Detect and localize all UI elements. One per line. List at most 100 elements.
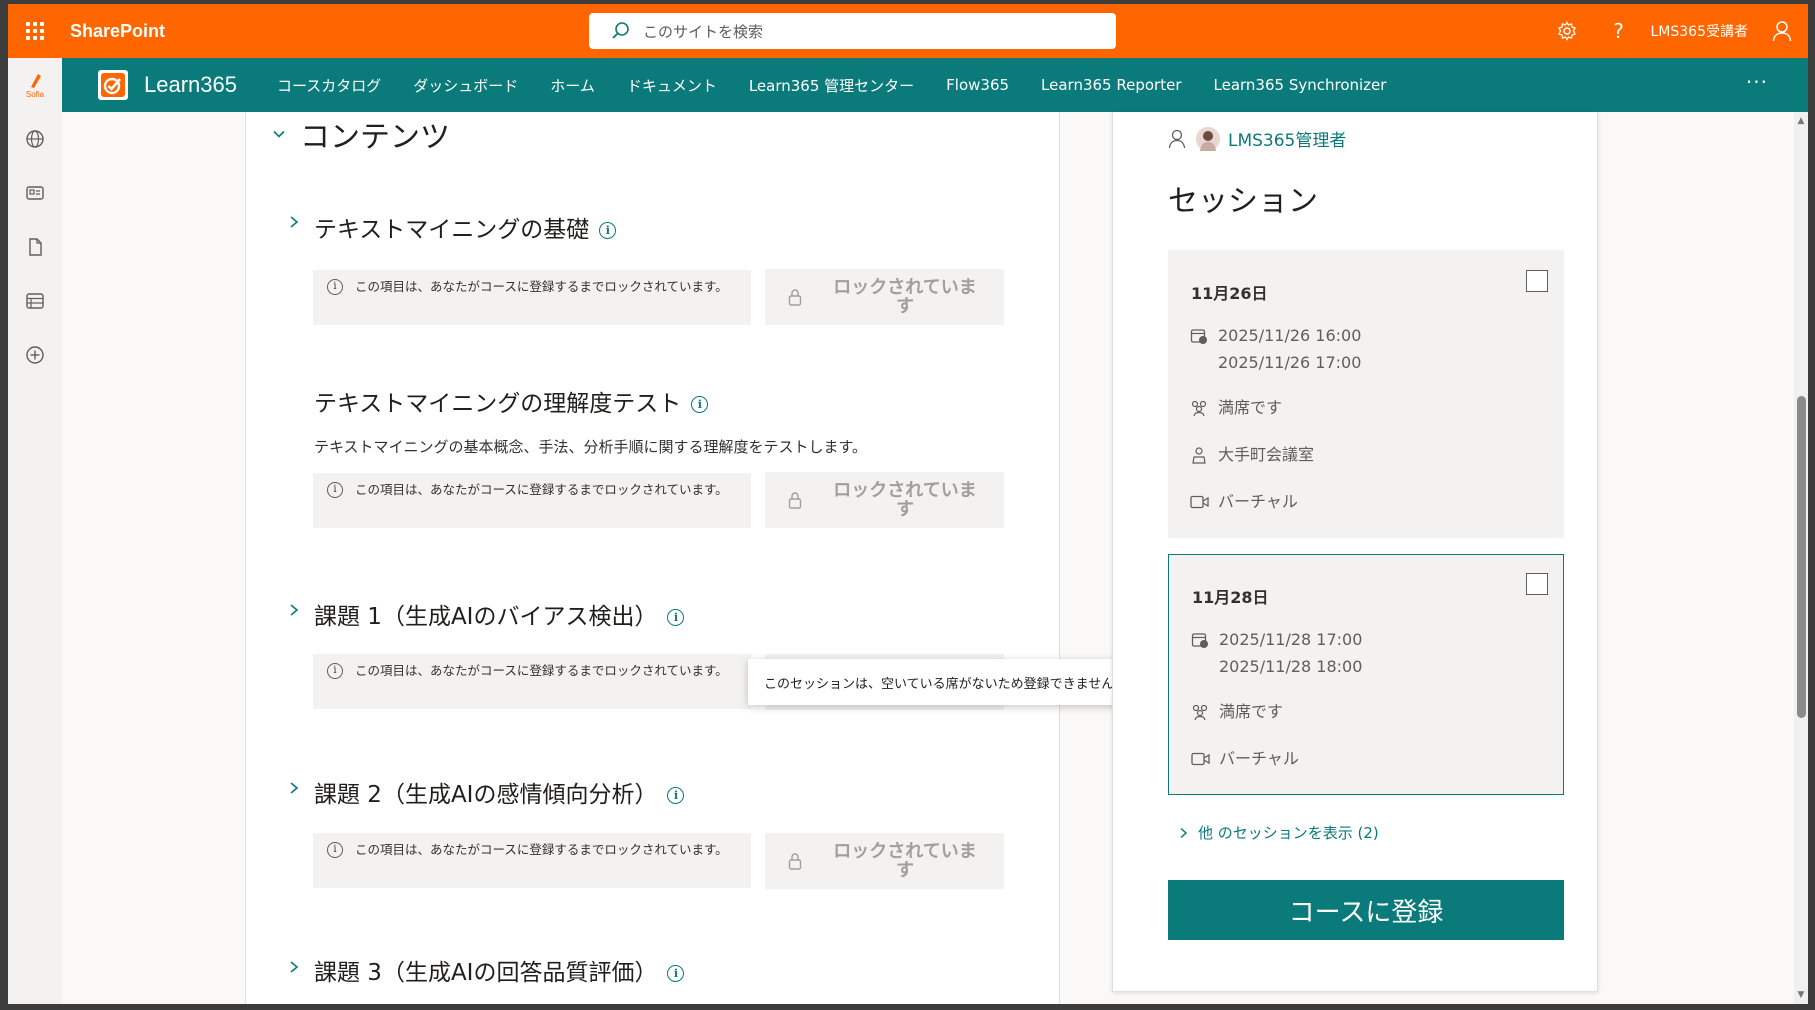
chevron-right-icon[interactable] (287, 214, 301, 234)
info-icon[interactable]: i (667, 787, 685, 804)
video-icon (1191, 745, 1215, 772)
list-icon (26, 293, 44, 309)
chevron-down-icon[interactable] (271, 126, 287, 147)
nav-link-course-catalog[interactable]: コースカタログ (277, 75, 381, 96)
person-icon (1168, 129, 1186, 148)
scroll-down-icon[interactable]: ▼ (1796, 990, 1806, 1000)
session-date: 11月28日 (1192, 588, 1269, 607)
locked-button[interactable]: ロックされています (765, 472, 1004, 528)
section-title-text: 課題 2（生成AIの感情傾向分析） (314, 782, 658, 808)
avatar[interactable] (1196, 126, 1220, 151)
session-checkbox[interactable] (1526, 573, 1548, 595)
gear-icon (1557, 21, 1576, 41)
app-launcher-button[interactable] (8, 4, 62, 58)
news-button[interactable] (8, 166, 62, 220)
lists-button[interactable] (8, 274, 62, 328)
section-title[interactable]: 課題 2（生成AIの感情傾向分析） i (314, 775, 685, 809)
session-status: 満席です (1191, 698, 1283, 725)
more-options-icon[interactable]: ··· (1746, 70, 1768, 94)
enroll-button[interactable]: コースに登録 (1168, 880, 1564, 940)
section-description: テキストマイニングの基本概念、手法、分析手順に関する理解度をテストします。 (314, 438, 868, 456)
contents-heading: コンテンツ (300, 120, 450, 155)
nav-link-documents[interactable]: ドキュメント (627, 75, 717, 96)
suite-bar: SharePoint このサイトを検索 ? LMS365受講者 (8, 4, 1808, 58)
section-title-text: 課題 1（生成AIのバイアス検出） (314, 604, 658, 630)
session-checkbox[interactable] (1526, 270, 1548, 292)
session-time: 2025/11/28 17:00 2025/11/28 18:00 (1191, 626, 1362, 680)
section-title-text: テキストマイニングの理解度テスト (314, 391, 682, 417)
site-search-input[interactable]: このサイトを検索 (589, 13, 1116, 49)
session-status: 満席です (1190, 394, 1282, 421)
nav-link-synchronizer[interactable]: Learn365 Synchronizer (1214, 76, 1387, 94)
nav-link-flow365[interactable]: Flow365 (946, 76, 1009, 94)
chevron-right-icon[interactable] (287, 780, 301, 800)
instructor-name[interactable]: LMS365管理者 (1228, 126, 1346, 151)
info-icon[interactable]: i (691, 396, 709, 413)
files-button[interactable] (8, 220, 62, 274)
sites-button[interactable] (8, 112, 62, 166)
session-end: 2025/11/28 18:00 (1219, 657, 1363, 676)
chevron-right-icon[interactable] (287, 602, 301, 622)
lock-message: i この項目は、あなたがコースに登録するまでロックされています。 (313, 473, 751, 528)
nav-link-dashboard[interactable]: ダッシュボード (413, 75, 518, 96)
sharepoint-brand[interactable]: SharePoint (70, 21, 165, 42)
section-title-text: テキストマイニングの基礎 (314, 217, 590, 243)
video-icon (1190, 488, 1214, 515)
create-button[interactable] (8, 328, 62, 382)
waffle-icon (26, 22, 44, 40)
session-mode: バーチャル (1190, 488, 1298, 515)
locked-button[interactable]: ロックされています (765, 269, 1004, 325)
learn365-logo-icon[interactable] (98, 70, 128, 100)
people-icon (1191, 698, 1215, 725)
info-icon[interactable]: i (667, 609, 685, 626)
session-location: 大手町会議室 (1190, 441, 1314, 468)
section-title[interactable]: テキストマイニングの理解度テスト i (314, 384, 709, 418)
info-icon[interactable]: i (667, 965, 685, 982)
info-icon[interactable]: i (599, 222, 617, 239)
globe-icon (26, 130, 44, 148)
session-start: 2025/11/26 16:00 (1218, 326, 1362, 345)
info-icon: i (327, 842, 343, 858)
lock-icon (765, 288, 825, 306)
info-icon: i (327, 279, 343, 295)
session-panel (1112, 112, 1598, 992)
session-card[interactable]: 11月28日 2025/11/28 17:00 2025/11/28 18:00 … (1168, 554, 1564, 795)
section-title[interactable]: 課題 1（生成AIのバイアス検出） i (314, 597, 685, 631)
chevron-right-icon[interactable] (287, 959, 301, 979)
session-mode: バーチャル (1191, 745, 1299, 772)
scrollbar-thumb[interactable] (1797, 396, 1806, 718)
session-full-tooltip: このセッションは、空いている席がないため登録できません。 (748, 659, 1150, 705)
instructor-row: LMS365管理者 (1168, 126, 1346, 151)
settings-button[interactable] (1541, 4, 1593, 58)
session-card[interactable]: 11月26日 2025/11/26 16:00 2025/11/26 17:00 … (1168, 250, 1564, 538)
help-button[interactable]: ? (1593, 4, 1645, 58)
nav-link-reporter[interactable]: Learn365 Reporter (1041, 76, 1181, 94)
more-sessions-link[interactable]: 他 のセッションを表示 (2) (1178, 822, 1379, 843)
browser-frame: SharePoint このサイトを検索 ? LMS365受講者 Sofia Le… (8, 4, 1808, 1004)
scrollbar[interactable]: ▲ ▼ (1794, 112, 1808, 1004)
nav-link-admin-center[interactable]: Learn365 管理センター (749, 75, 914, 96)
account-button[interactable] (1762, 4, 1802, 58)
scroll-up-icon[interactable]: ▲ (1796, 116, 1806, 126)
session-end: 2025/11/26 17:00 (1218, 353, 1362, 372)
left-app-bar: Sofia (8, 58, 62, 1004)
info-icon: i (327, 482, 343, 498)
locked-button[interactable]: ロックされています (765, 833, 1004, 889)
section-title[interactable]: テキストマイニングの基礎 i (314, 210, 617, 244)
search-icon (612, 22, 629, 39)
hub-title[interactable]: Learn365 (144, 72, 237, 98)
nav-link-home[interactable]: ホーム (550, 75, 595, 96)
sofia-button[interactable]: Sofia (8, 58, 62, 112)
search-placeholder: このサイトを検索 (643, 22, 764, 41)
calendar-clock-icon (1191, 626, 1215, 653)
section-title[interactable]: 課題 3（生成AIの回答品質評価） i (314, 953, 685, 987)
info-icon: i (327, 663, 343, 679)
chevron-right-icon (1180, 827, 1188, 838)
lock-message: i この項目は、あなたがコースに登録するまでロックされています。 (313, 270, 751, 325)
lock-message: i この項目は、あなたがコースに登録するまでロックされています。 (313, 833, 751, 888)
add-circle-icon (26, 346, 44, 364)
user-name[interactable]: LMS365受講者 (1651, 21, 1749, 41)
location-person-icon (1190, 441, 1214, 468)
document-icon (29, 238, 42, 256)
sessions-heading: セッション (1168, 184, 1318, 219)
